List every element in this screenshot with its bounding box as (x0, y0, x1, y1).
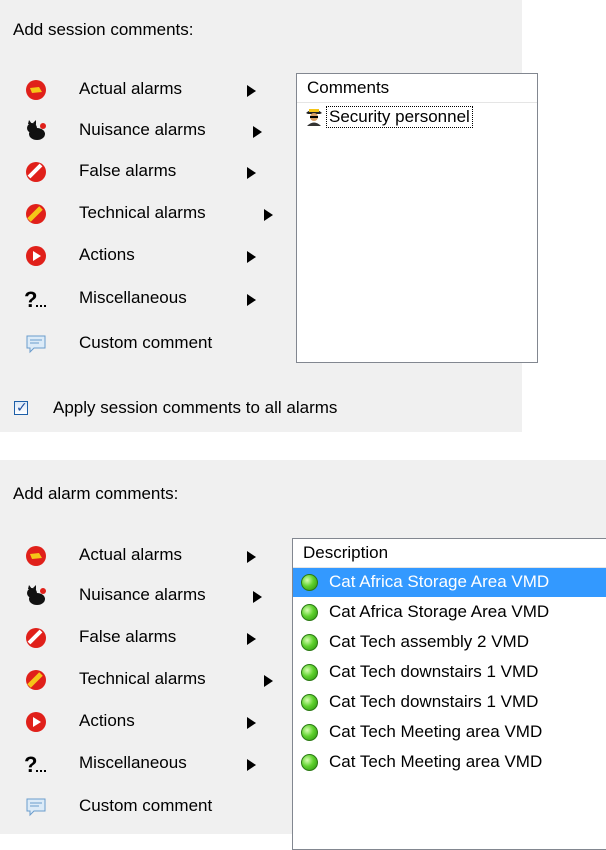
submenu-arrow-icon (264, 209, 273, 221)
actions-icon (24, 244, 48, 268)
miscellaneous-icon: ? (24, 287, 48, 312)
alarm-comments-panel: Add alarm comments: Actual alarms Nuisan… (0, 460, 606, 850)
miscellaneous-icon: ? (24, 752, 48, 777)
submenu-arrow-icon (247, 633, 256, 645)
alarm-menu-actions[interactable]: Actions (24, 708, 294, 736)
alarm-menu-technical-alarms[interactable]: Technical alarms (24, 666, 294, 694)
alarm-menu-custom-comment[interactable]: Custom comment (24, 793, 294, 821)
status-green-icon (301, 754, 318, 771)
table-row[interactable]: Cat Tech downstairs 1 VMD (293, 688, 606, 717)
false-alarm-icon (24, 626, 48, 650)
session-comments-panel: Add session comments: Actual alarms Nuis… (0, 0, 538, 432)
status-green-icon (301, 604, 318, 621)
session-menu-miscellaneous[interactable]: ? Miscellaneous (24, 285, 294, 313)
submenu-arrow-icon (264, 675, 273, 687)
svg-text:?: ? (24, 287, 37, 311)
session-menu-false-alarms[interactable]: False alarms (24, 158, 294, 186)
status-green-icon (301, 724, 318, 741)
session-comments-title: Add session comments: (13, 20, 194, 39)
actual-alarm-icon (24, 544, 48, 568)
submenu-arrow-icon (247, 167, 256, 179)
alarm-comments-title: Add alarm comments: (13, 484, 179, 503)
submenu-arrow-icon (247, 85, 256, 97)
checkmark-icon: ✓ (16, 399, 28, 415)
comments-column-header[interactable]: Comments (297, 74, 537, 103)
submenu-arrow-icon (247, 717, 256, 729)
session-menu-nuisance-alarms[interactable]: Nuisance alarms (24, 117, 294, 145)
nuisance-cat-icon (24, 584, 48, 608)
technical-alarm-icon (24, 202, 48, 226)
table-row[interactable]: Cat Tech Meeting area VMD (293, 718, 606, 747)
custom-comment-icon (24, 795, 48, 819)
apply-session-comments-checkbox[interactable]: ✓ (14, 399, 28, 415)
submenu-arrow-icon (247, 551, 256, 563)
session-menu-technical-alarms[interactable]: Technical alarms (24, 200, 294, 228)
actual-alarm-icon (24, 78, 48, 102)
submenu-arrow-icon (247, 251, 256, 263)
session-comments-list[interactable]: Comments Security personnel (296, 73, 538, 363)
alarm-menu-false-alarms[interactable]: False alarms (24, 624, 294, 652)
technical-alarm-icon (24, 668, 48, 692)
description-column-header[interactable]: Description (293, 539, 606, 568)
status-green-icon (301, 574, 318, 591)
status-green-icon (301, 634, 318, 651)
status-green-icon (301, 664, 318, 681)
table-row[interactable]: Cat Africa Storage Area VMD (293, 568, 606, 597)
svg-text:?: ? (24, 752, 37, 776)
session-menu-actual-alarms[interactable]: Actual alarms (24, 76, 294, 104)
nuisance-cat-icon (24, 119, 48, 143)
session-menu-custom-comment[interactable]: Custom comment (24, 330, 294, 358)
table-row[interactable]: Cat Tech downstairs 1 VMD (293, 658, 606, 687)
session-menu-actions[interactable]: Actions (24, 242, 294, 270)
list-item[interactable]: Security personnel (297, 103, 537, 132)
security-personnel-icon (303, 105, 325, 127)
alarm-description-list[interactable]: Description Cat Africa Storage Area VMD … (292, 538, 606, 850)
status-green-icon (301, 694, 318, 711)
table-row[interactable]: Cat Tech assembly 2 VMD (293, 628, 606, 657)
alarm-menu-nuisance-alarms[interactable]: Nuisance alarms (24, 582, 294, 610)
actions-icon (24, 710, 48, 734)
alarm-menu-actual-alarms[interactable]: Actual alarms (24, 542, 294, 570)
table-row[interactable]: Cat Africa Storage Area VMD (293, 598, 606, 627)
custom-comment-icon (24, 332, 48, 356)
submenu-arrow-icon (247, 759, 256, 771)
submenu-arrow-icon (247, 294, 256, 306)
apply-session-comments-label: Apply session comments to all alarms (53, 398, 338, 417)
false-alarm-icon (24, 160, 48, 184)
table-row[interactable]: Cat Tech Meeting area VMD (293, 748, 606, 777)
alarm-menu-miscellaneous[interactable]: ? Miscellaneous (24, 750, 294, 778)
submenu-arrow-icon (253, 126, 262, 138)
submenu-arrow-icon (253, 591, 262, 603)
